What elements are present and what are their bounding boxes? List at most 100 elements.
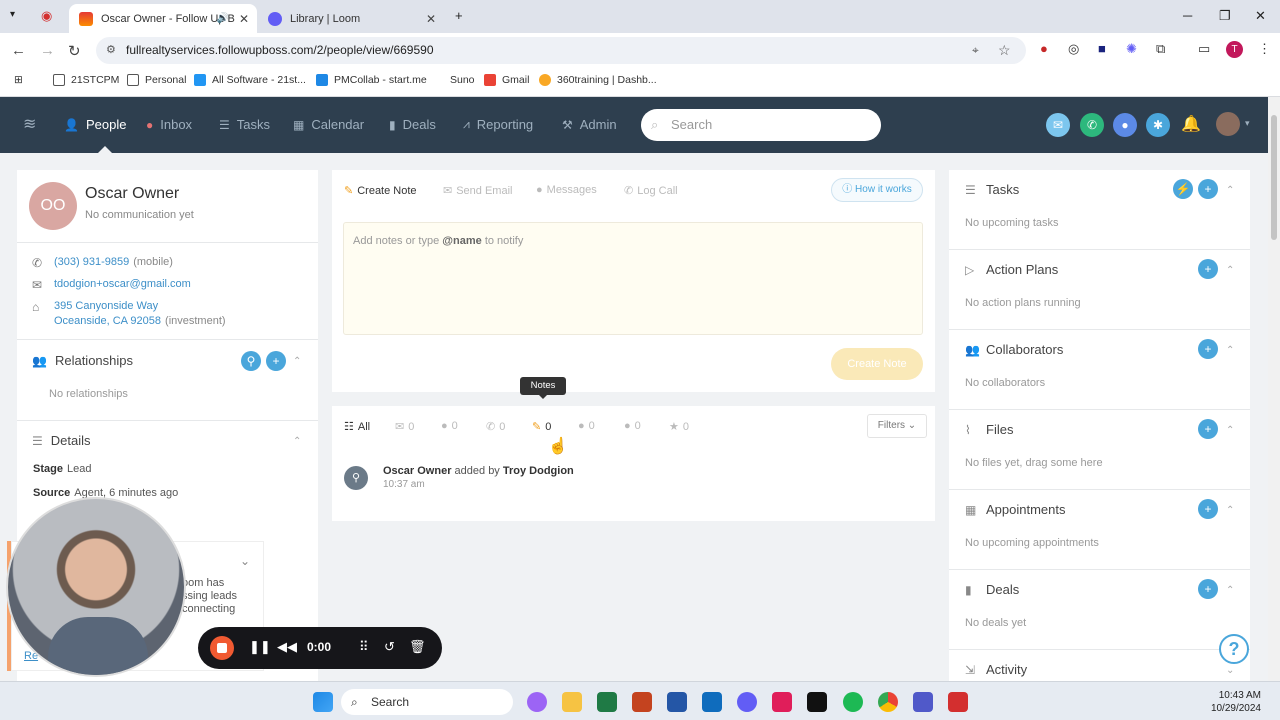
tab-messages[interactable]: ● Messages: [536, 184, 597, 196]
relationships-header[interactable]: 👥 Relationships: [32, 353, 133, 368]
deals-header[interactable]: ▮ Deals: [965, 582, 1019, 597]
activity-header[interactable]: ⇲ Activity: [965, 662, 1027, 677]
bookmark-21stcpm[interactable]: 21STCPM: [53, 74, 119, 86]
collaborators-header[interactable]: 👥 Collaborators: [965, 342, 1063, 357]
filter-events[interactable]: ● 0: [624, 420, 641, 432]
nav-people[interactable]: 👤 People: [64, 117, 126, 132]
file-explorer-icon[interactable]: [562, 692, 582, 712]
nav-inbox[interactable]: ● Inbox: [146, 117, 192, 132]
filter-notes[interactable]: ✎ 0: [532, 420, 551, 434]
nav-reporting[interactable]: ⩘ Reporting: [463, 117, 533, 132]
acrobat-icon[interactable]: [948, 692, 968, 712]
maximize-icon[interactable]: ❐: [1219, 8, 1231, 24]
page-scrollbar[interactable]: [1268, 97, 1280, 681]
notifications-bell-icon[interactable]: 🔔: [1181, 114, 1201, 134]
stop-recording-button[interactable]: [210, 636, 234, 660]
scrollbar-thumb[interactable]: [1271, 115, 1277, 240]
taskbar-search[interactable]: ⌕ Search: [341, 689, 513, 715]
phone-number[interactable]: (303) 931-9859: [54, 256, 129, 270]
extensions-puzzle-icon[interactable]: ⧉: [1156, 41, 1165, 57]
filter-conversations[interactable]: ● 0: [578, 420, 595, 432]
help-button[interactable]: ?: [1219, 634, 1249, 664]
add-file-button[interactable]: +: [1198, 419, 1218, 439]
collapse-chevron-icon[interactable]: ⌃: [293, 436, 301, 447]
loom-app-icon[interactable]: [737, 692, 757, 712]
tab-loom-library[interactable]: Library | Loom ✕: [258, 4, 444, 33]
collapse-chevron-icon[interactable]: ⌃: [1226, 185, 1234, 196]
location-icon[interactable]: ⌖: [972, 37, 979, 64]
create-note-button[interactable]: Create Note: [831, 348, 923, 380]
powerpoint-icon[interactable]: [632, 692, 652, 712]
forward-icon[interactable]: →: [40, 42, 55, 59]
outlook-icon[interactable]: [702, 692, 722, 712]
chat-icon[interactable]: ●: [1113, 113, 1137, 137]
site-info-icon[interactable]: ⚙: [106, 37, 116, 64]
activity-person[interactable]: Oscar Owner: [383, 465, 451, 477]
filters-dropdown[interactable]: Filters ⌄: [867, 414, 927, 438]
pause-icon[interactable]: ❚❚: [249, 639, 271, 655]
close-window-icon[interactable]: ✕: [1255, 8, 1266, 24]
reload-icon[interactable]: ↻: [68, 42, 81, 60]
spotify-icon[interactable]: [843, 692, 863, 712]
add-action-plan-button[interactable]: +: [1198, 259, 1218, 279]
bookmark-personal[interactable]: Personal: [127, 74, 186, 86]
appointments-header[interactable]: ▦ Appointments: [965, 502, 1066, 517]
link-relationship-button[interactable]: ⚲: [241, 351, 261, 371]
search-input[interactable]: ⌕ Search: [641, 109, 881, 141]
collapse-chevron-icon[interactable]: ⌄: [1226, 665, 1234, 676]
slack-icon[interactable]: [772, 692, 792, 712]
email-row[interactable]: ✉ tdodgion+oscar@gmail.com: [32, 278, 191, 292]
loom-camera-bubble[interactable]: [6, 497, 186, 677]
chevron-down-icon[interactable]: ⌄: [240, 554, 250, 568]
how-it-works-button[interactable]: ⓘ How it works: [831, 178, 923, 202]
windows-start-icon[interactable]: [313, 692, 333, 712]
nav-deals[interactable]: ▮ Deals: [389, 117, 436, 132]
collapse-chevron-icon[interactable]: ⌃: [1226, 265, 1234, 276]
cast-icon[interactable]: ▭: [1198, 41, 1210, 57]
bookmark-star-icon[interactable]: ☆: [998, 37, 1011, 64]
add-relationship-button[interactable]: +: [266, 351, 286, 371]
collapse-chevron-icon[interactable]: ⌃: [293, 356, 301, 367]
restart-icon[interactable]: ↺: [384, 639, 395, 655]
address-row-2[interactable]: Oceanside, CA 92058 (investment): [54, 315, 226, 327]
email-icon[interactable]: ✉: [1046, 113, 1070, 137]
activity-actor[interactable]: Troy Dodgion: [503, 465, 574, 477]
collapse-chevron-icon[interactable]: ⌃: [1226, 345, 1234, 356]
tab-list-chevron-icon[interactable]: ▾: [10, 9, 15, 20]
address-line2[interactable]: Oceanside, CA 92058: [54, 315, 161, 327]
excel-icon[interactable]: [597, 692, 617, 712]
loom-extension-icon[interactable]: ✺: [1126, 41, 1137, 57]
tab-send-email[interactable]: ✉ Send Email: [443, 184, 512, 198]
bookmark-all-software[interactable]: All Software - 21st...: [194, 74, 306, 86]
nav-calendar[interactable]: ▦ Calendar: [293, 117, 364, 132]
bookmark-360training[interactable]: 360training | Dashb...: [539, 74, 657, 86]
add-deal-button[interactable]: +: [1198, 579, 1218, 599]
extension-icon[interactable]: ■: [1098, 41, 1106, 56]
url-bar[interactable]: ⚙ fullrealtyservices.followupboss.com/2/…: [96, 37, 1026, 64]
filter-emails[interactable]: ✉ 0: [395, 420, 414, 434]
tab-oscar-owner[interactable]: Oscar Owner - Follow Up B 🔊 ✕: [69, 4, 257, 33]
quick-task-button[interactable]: ⚡: [1173, 179, 1193, 199]
add-appointment-button[interactable]: +: [1198, 499, 1218, 519]
nav-tasks[interactable]: ☰ Tasks: [219, 117, 270, 132]
apps-grid-icon[interactable]: ⊞: [14, 74, 23, 86]
drag-handle-icon[interactable]: ⠿: [359, 639, 369, 655]
profile-avatar[interactable]: T: [1226, 41, 1243, 58]
system-clock[interactable]: 10:43 AM 10/29/2024: [1209, 689, 1261, 715]
extension-icon[interactable]: ●: [1040, 41, 1048, 56]
action-plans-header[interactable]: ▷ Action Plans: [965, 262, 1058, 277]
phone-row[interactable]: ✆ (303) 931-9859 (mobile): [32, 256, 173, 270]
new-tab-icon[interactable]: +: [455, 8, 463, 23]
bookmark-gmail[interactable]: Gmail: [484, 74, 529, 86]
extension-icon[interactable]: ◎: [1068, 41, 1079, 57]
back-icon[interactable]: ←: [11, 42, 26, 59]
person-name[interactable]: Oscar Owner: [85, 185, 179, 203]
user-menu-chevron-icon[interactable]: ▾: [1245, 118, 1250, 129]
stage-field[interactable]: Stage Lead: [33, 463, 91, 475]
phone-icon[interactable]: ✆: [1080, 113, 1104, 137]
nav-admin[interactable]: ⚒ Admin: [562, 117, 617, 132]
filter-calls[interactable]: ✆ 0: [486, 420, 505, 434]
browser-menu-icon[interactable]: ⋮: [1258, 41, 1271, 57]
rewind-icon[interactable]: ◀◀: [277, 639, 297, 655]
copilot-icon[interactable]: [527, 692, 547, 712]
